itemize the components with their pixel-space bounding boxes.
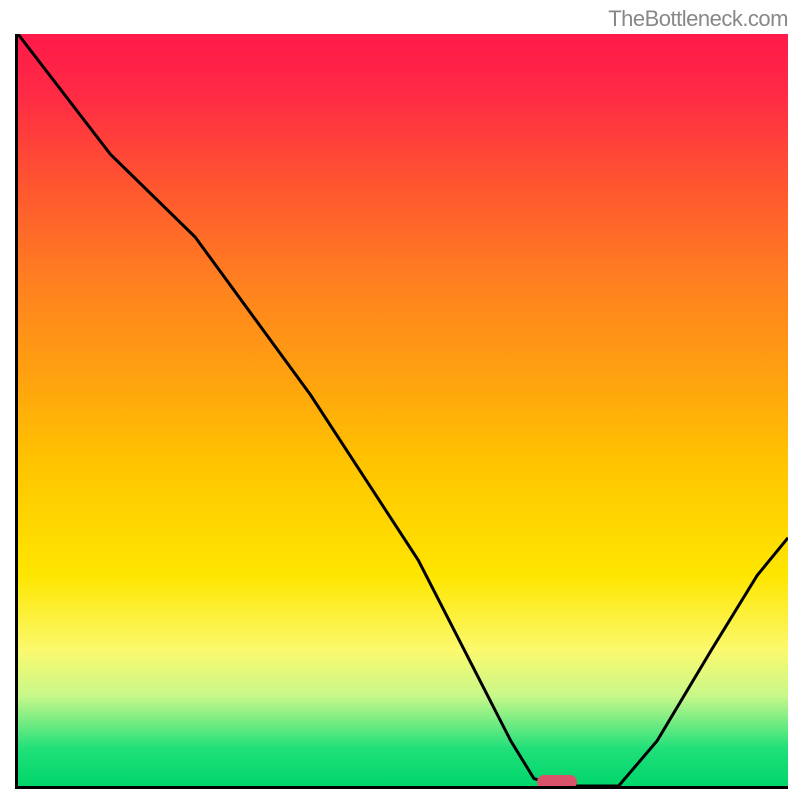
chart-plot-area bbox=[15, 34, 788, 789]
watermark-text: TheBottleneck.com bbox=[608, 6, 788, 32]
bottleneck-curve bbox=[18, 34, 788, 786]
optimal-marker bbox=[537, 775, 577, 789]
curve-path bbox=[18, 34, 788, 786]
